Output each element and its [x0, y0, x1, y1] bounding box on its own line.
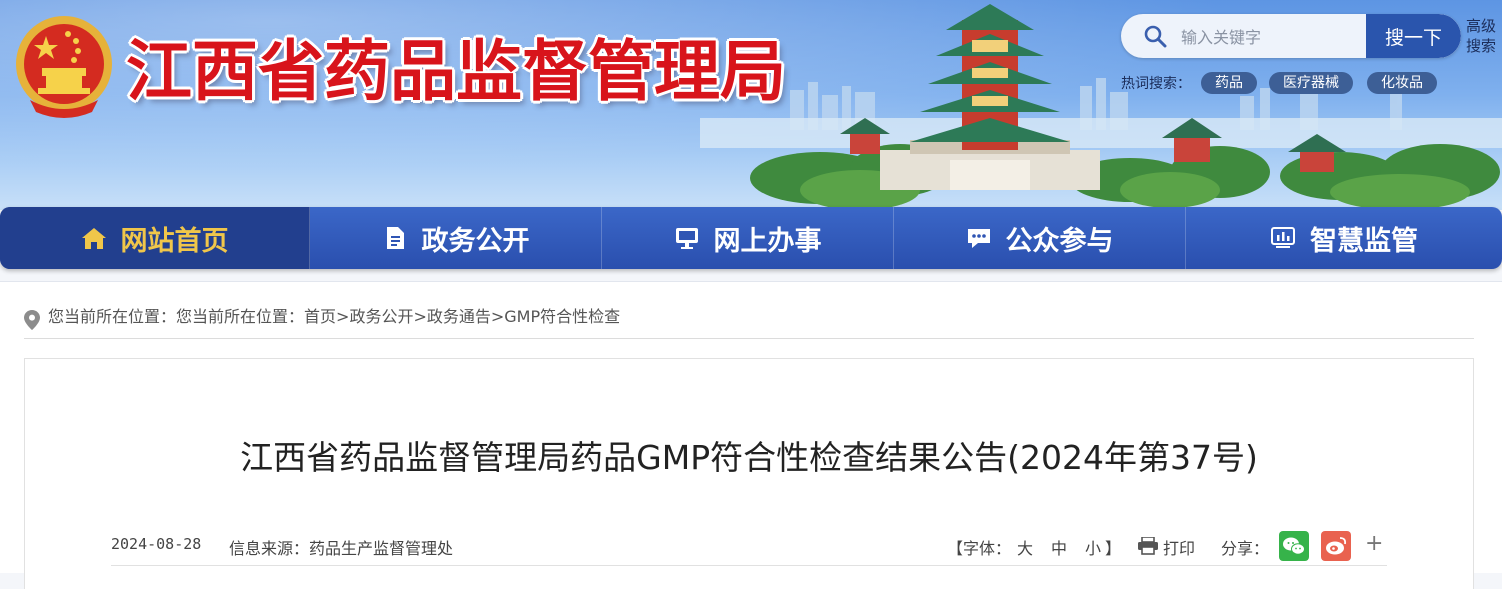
print-icon[interactable]: [1137, 537, 1159, 555]
breadcrumb-home[interactable]: 首页: [304, 307, 336, 326]
advanced-search-link[interactable]: 高级搜索: [1466, 16, 1500, 56]
font-size-label: 【字体：: [947, 539, 1012, 558]
breadcrumb: 您当前所在位置：您当前所在位置：首页>政务公开>政务通告>GMP符合性检查: [24, 302, 1474, 339]
hot-tag-drugs[interactable]: 药品: [1201, 72, 1257, 94]
home-icon: [81, 228, 106, 249]
breadcrumb-separator: >: [490, 307, 505, 326]
hot-search-label: 热词搜索：: [1121, 76, 1191, 92]
article-meta-bar: 2024-08-28 信息来源：药品生产监督管理处 【字体： 大 中 小 】 打…: [111, 529, 1387, 566]
document-icon: [386, 227, 404, 249]
share-wechat-button[interactable]: [1279, 531, 1309, 561]
national-emblem-icon: [16, 16, 112, 118]
search-box: 搜一下: [1121, 14, 1461, 58]
article-date: 2024-08-28: [111, 535, 202, 553]
breadcrumb-gmp-inspection[interactable]: GMP符合性检查: [504, 307, 620, 326]
nav-item-home[interactable]: 网站首页: [0, 207, 310, 269]
share-more-button[interactable]: +: [1365, 531, 1383, 556]
content-area: 您当前所在位置：您当前所在位置：首页>政务公开>政务通告>GMP符合性检查 江西…: [0, 281, 1502, 589]
search-icon: [1144, 25, 1167, 48]
breadcrumb-prefix: 您当前所在位置：您当前所在位置：: [48, 307, 305, 326]
weibo-icon: [1326, 537, 1347, 555]
breadcrumb-notices[interactable]: 政务通告: [427, 307, 491, 326]
nav-item-label: 网站首页: [120, 225, 229, 257]
hot-tag-cosmetics[interactable]: 化妆品: [1367, 72, 1437, 94]
breadcrumb-separator: >: [413, 307, 427, 326]
font-size-medium[interactable]: 中: [1051, 535, 1067, 559]
nav-item-label: 网上办事: [713, 225, 822, 257]
article-title: 江西省药品监督管理局药品GMP符合性检查结果公告(2024年第37号): [240, 438, 1258, 477]
nav-item-label: 智慧监管: [1310, 225, 1418, 257]
font-size-small[interactable]: 小: [1085, 535, 1101, 559]
location-pin-icon: [24, 310, 40, 330]
dashboard-icon: [1271, 227, 1295, 248]
site-title: 江西省药品监督管理局: [126, 33, 786, 110]
nav-item-public-participation[interactable]: 公众参与: [894, 207, 1186, 269]
nav-item-smart-supervision[interactable]: 智慧监管: [1186, 207, 1502, 269]
article-tools: 【字体： 大 中 小 】 打印 分享： +: [947, 529, 1387, 565]
nav-item-label: 政务公开: [421, 225, 530, 257]
font-size-label-close: 】: [1105, 539, 1122, 558]
main-nav: 网站首页 政务公开 网上办事 公众参与 智慧监管: [0, 207, 1502, 269]
article-container: 江西省药品监督管理局药品GMP符合性检查结果公告(2024年第37号) 2024…: [24, 358, 1474, 589]
wechat-icon: [1283, 537, 1305, 555]
article-source: 信息来源：药品生产监督管理处: [229, 539, 454, 558]
font-size-large[interactable]: 大: [1017, 535, 1033, 559]
search-input[interactable]: [1179, 14, 1363, 58]
nav-item-government-affairs[interactable]: 政务公开: [310, 207, 602, 269]
search-button[interactable]: 搜一下: [1366, 14, 1461, 58]
share-weibo-button[interactable]: [1321, 531, 1351, 561]
nav-item-label: 公众参与: [1005, 225, 1114, 257]
chat-icon: [967, 229, 990, 248]
hot-tag-medical-devices[interactable]: 医疗器械: [1269, 72, 1353, 94]
breadcrumb-government-affairs[interactable]: 政务公开: [349, 307, 413, 326]
monitor-icon: [675, 228, 698, 249]
breadcrumb-separator: >: [336, 307, 350, 326]
share-label: 分享：: [1221, 539, 1270, 558]
site-header: 江西省药品监督管理局 搜一下 高级搜索 热词搜索： 药品 医疗器械 化妆品: [0, 0, 1502, 210]
print-button[interactable]: 打印: [1163, 535, 1195, 559]
nav-item-online-services[interactable]: 网上办事: [602, 207, 894, 269]
